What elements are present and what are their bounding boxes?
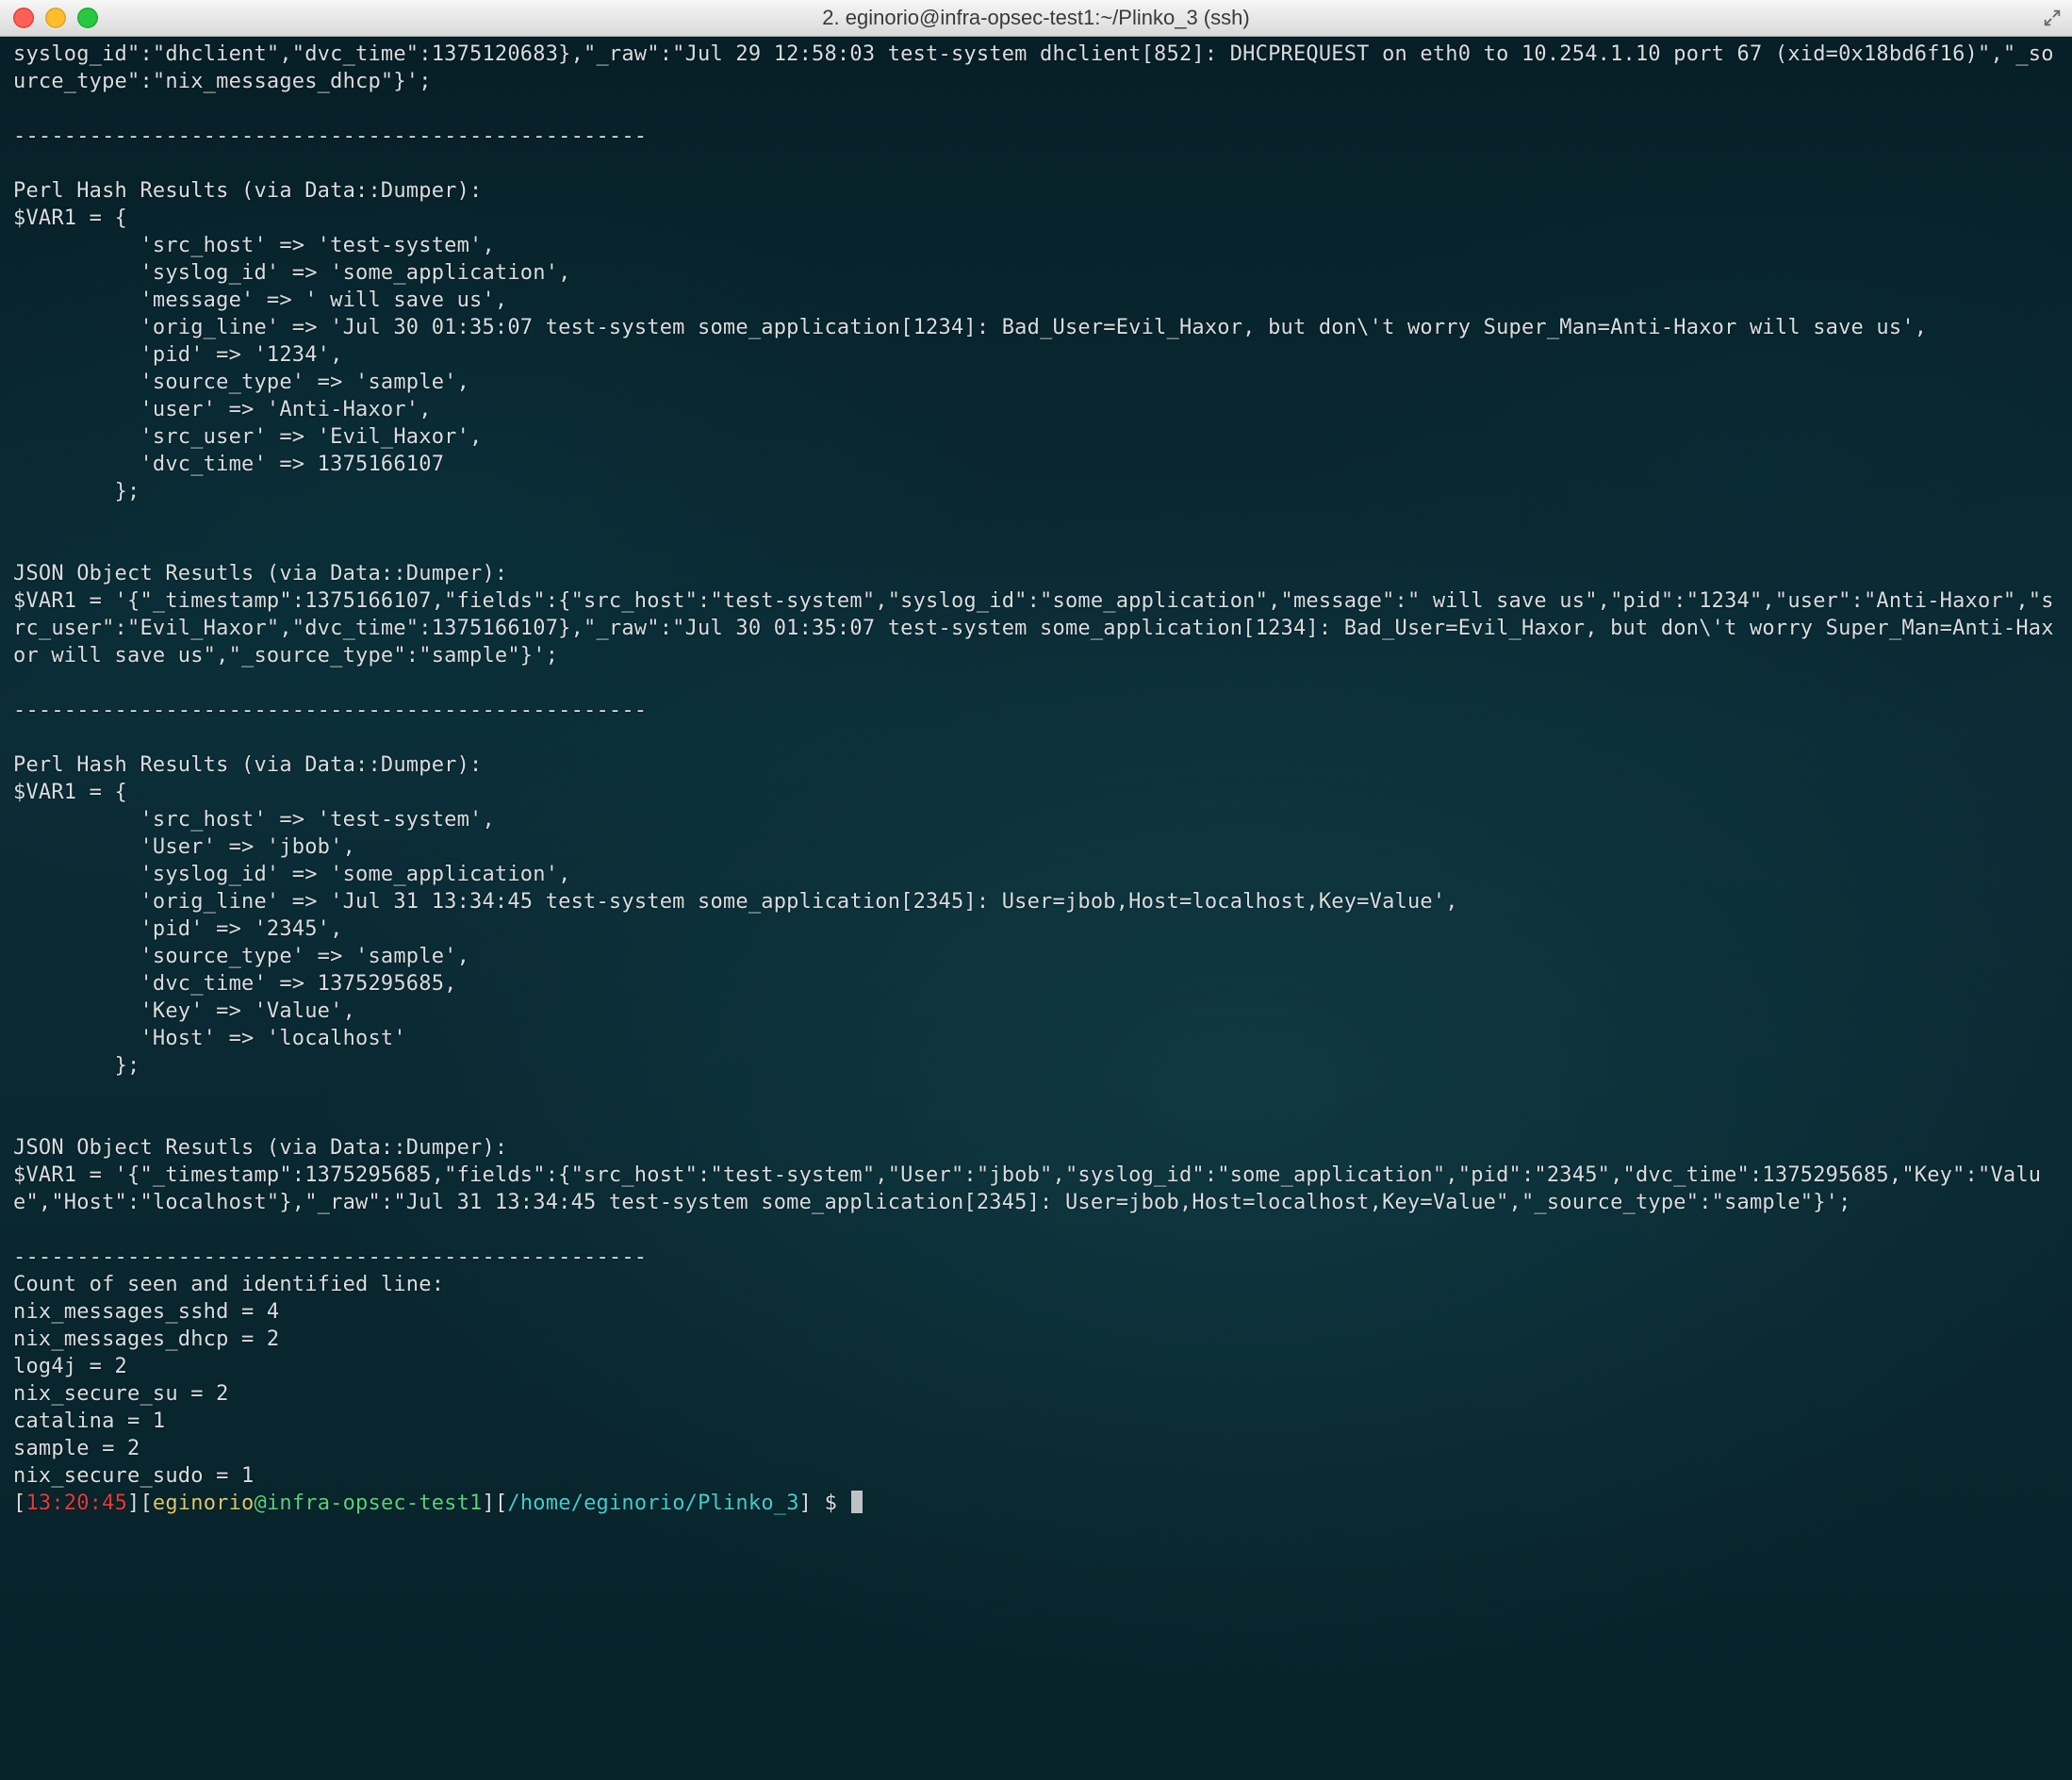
prompt-host: infra-opsec-test1: [267, 1492, 483, 1515]
prompt-path: /home/eginorio/Plinko_3: [507, 1492, 798, 1515]
terminal-line: nix_messages_dhcp = 2: [13, 1326, 2059, 1353]
cursor-icon: [851, 1491, 863, 1513]
terminal-line: ----------------------------------------…: [13, 1244, 2059, 1271]
prompt-bracket: [: [140, 1492, 152, 1515]
terminal-line: [13, 669, 2059, 697]
terminal-line: 'user' => 'Anti-Haxor',: [13, 396, 2059, 423]
terminal-line: [13, 1107, 2059, 1134]
prompt-bracket: [: [13, 1492, 25, 1515]
terminal-line: };: [13, 478, 2059, 505]
terminal-line: 'syslog_id' => 'some_application',: [13, 861, 2059, 888]
terminal-line: [13, 95, 2059, 123]
terminal-line: 'orig_line' => 'Jul 30 01:35:07 test-sys…: [13, 314, 2059, 341]
terminal-line: 'src_host' => 'test-system',: [13, 232, 2059, 259]
prompt-dollar: $: [812, 1492, 849, 1515]
terminal-line: 'message' => ' will save us',: [13, 287, 2059, 314]
terminal-line: [13, 724, 2059, 751]
fullscreen-icon[interactable]: [2042, 8, 2063, 28]
close-icon[interactable]: [13, 8, 34, 28]
terminal-line: [13, 1080, 2059, 1107]
terminal-line: JSON Object Resutls (via Data::Dumper):: [13, 560, 2059, 587]
terminal-line: [13, 505, 2059, 533]
terminal-line: 'User' => 'jbob',: [13, 833, 2059, 861]
terminal-output[interactable]: syslog_id":"dhclient","dvc_time":1375120…: [0, 37, 2072, 1780]
terminal-window: 2. eginorio@infra-opsec-test1:~/Plinko_3…: [0, 0, 2072, 1780]
terminal-line: syslog_id":"dhclient","dvc_time":1375120…: [13, 41, 2059, 95]
terminal-line: Perl Hash Results (via Data::Dumper):: [13, 177, 2059, 205]
terminal-line: 'dvc_time' => 1375166107: [13, 451, 2059, 478]
prompt-line[interactable]: [13:20:45][eginorio@infra-opsec-test1][/…: [13, 1490, 2059, 1517]
terminal-line: 'source_type' => 'sample',: [13, 369, 2059, 396]
terminal-line: 'pid' => '2345',: [13, 915, 2059, 943]
terminal-line: sample = 2: [13, 1435, 2059, 1462]
terminal-line: 'Key' => 'Value',: [13, 997, 2059, 1025]
terminal-line: nix_secure_sudo = 1: [13, 1462, 2059, 1490]
terminal-line: [13, 533, 2059, 560]
terminal-line: 'pid' => '1234',: [13, 341, 2059, 369]
terminal-line: [13, 1216, 2059, 1244]
terminal-line: 'source_type' => 'sample',: [13, 943, 2059, 970]
minimize-icon[interactable]: [45, 8, 66, 28]
terminal-line: $VAR1 = {: [13, 779, 2059, 806]
prompt-time: 13:20:45: [25, 1492, 127, 1515]
prompt-bracket: ]: [127, 1492, 140, 1515]
terminal-line: nix_messages_sshd = 4: [13, 1298, 2059, 1326]
prompt-user: eginorio: [153, 1492, 255, 1515]
terminal-line: 'orig_line' => 'Jul 31 13:34:45 test-sys…: [13, 888, 2059, 915]
terminal-line: Perl Hash Results (via Data::Dumper):: [13, 751, 2059, 779]
terminal-line: $VAR1 = '{"_timestamp":1375295685,"field…: [13, 1162, 2059, 1216]
terminal-line: [13, 150, 2059, 177]
terminal-line: 'src_host' => 'test-system',: [13, 806, 2059, 833]
terminal-line: log4j = 2: [13, 1353, 2059, 1380]
window-title: 2. eginorio@infra-opsec-test1:~/Plinko_3…: [0, 6, 2072, 30]
terminal-line: Count of seen and identified line:: [13, 1271, 2059, 1298]
terminal-line: catalina = 1: [13, 1408, 2059, 1435]
prompt-bracket: [: [495, 1492, 507, 1515]
prompt-bracket: ]: [799, 1492, 812, 1515]
terminal-line: JSON Object Resutls (via Data::Dumper):: [13, 1134, 2059, 1162]
terminal-line: 'syslog_id' => 'some_application',: [13, 259, 2059, 287]
terminal-line: nix_secure_su = 2: [13, 1380, 2059, 1408]
terminal-line: ----------------------------------------…: [13, 123, 2059, 150]
terminal-line: $VAR1 = {: [13, 205, 2059, 232]
terminal-line: ----------------------------------------…: [13, 697, 2059, 724]
window-controls: [0, 8, 98, 28]
prompt-bracket: ]: [483, 1492, 495, 1515]
terminal-line: 'src_user' => 'Evil_Haxor',: [13, 423, 2059, 451]
terminal-line: $VAR1 = '{"_timestamp":1375166107,"field…: [13, 587, 2059, 669]
terminal-line: 'dvc_time' => 1375295685,: [13, 970, 2059, 997]
zoom-icon[interactable]: [77, 8, 98, 28]
prompt-at: @: [254, 1492, 266, 1515]
terminal-line: 'Host' => 'localhost': [13, 1025, 2059, 1052]
titlebar[interactable]: 2. eginorio@infra-opsec-test1:~/Plinko_3…: [0, 0, 2072, 37]
terminal-line: };: [13, 1052, 2059, 1080]
